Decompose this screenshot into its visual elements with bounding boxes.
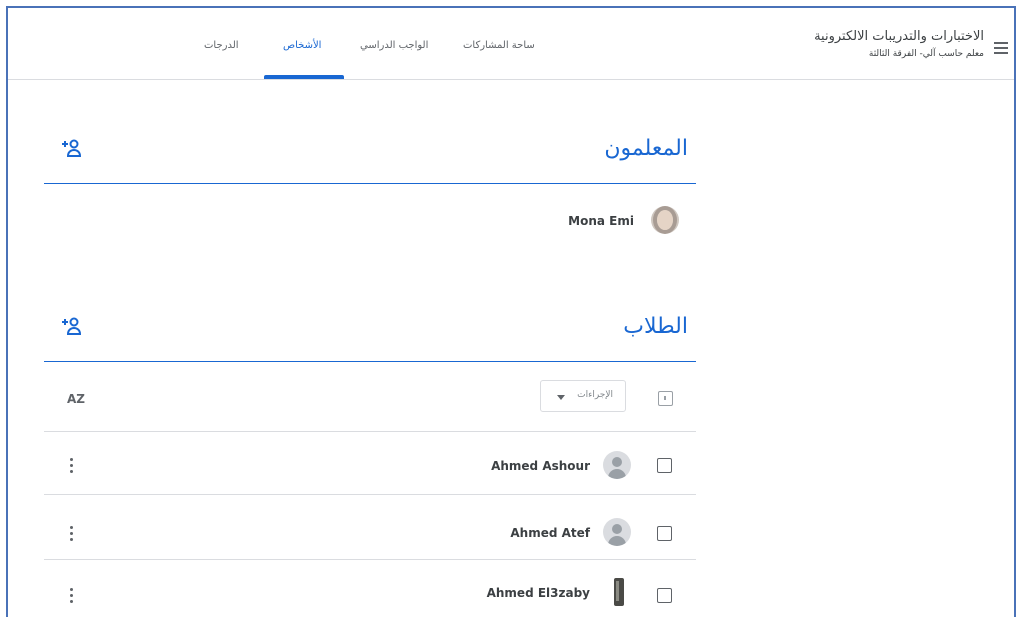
more-options-icon[interactable] (70, 526, 74, 542)
class-subtitle: معلم حاسب آلي- الفرقة الثالثة (868, 49, 984, 59)
dropdown-arrow-icon (557, 395, 565, 400)
student-avatar (603, 451, 631, 479)
more-options-icon[interactable] (70, 458, 74, 474)
tab-classwork[interactable]: الواجب الدراسي (360, 40, 428, 51)
teacher-avatar (651, 206, 679, 234)
sort-az-icon[interactable]: AZ (67, 392, 85, 406)
tab-people[interactable]: الأشخاص (283, 40, 321, 51)
top-bar: الاختبارات والتدريبات الالكترونية معلم ح… (8, 8, 1014, 80)
student-avatar (605, 578, 633, 606)
actions-label: الإجراءات (577, 390, 613, 400)
add-student-icon[interactable] (60, 316, 82, 336)
hamburger-menu-icon[interactable] (994, 42, 1008, 54)
class-title[interactable]: الاختبارات والتدريبات الالكترونية (814, 29, 984, 44)
actions-dropdown[interactable]: الإجراءات (540, 380, 626, 412)
more-options-icon[interactable] (70, 588, 74, 604)
tab-grades[interactable]: الدرجات (204, 40, 239, 51)
tab-stream[interactable]: ساحة المشاركات (463, 40, 535, 51)
teachers-heading: المعلمون (604, 136, 688, 161)
teachers-divider (44, 183, 696, 184)
students-heading: الطلاب (623, 314, 688, 339)
row-divider (44, 431, 696, 432)
student-checkbox[interactable] (657, 458, 672, 473)
active-tab-indicator (264, 75, 344, 79)
students-divider (44, 361, 696, 362)
student-name[interactable]: Ahmed El3zaby (487, 586, 590, 600)
student-name[interactable]: Ahmed Atef (510, 526, 590, 540)
student-name[interactable]: Ahmed Ashour (491, 459, 590, 473)
teacher-name[interactable]: Mona Emi (568, 214, 634, 228)
student-checkbox[interactable] (657, 588, 672, 603)
row-divider (44, 494, 696, 495)
add-teacher-icon[interactable] (60, 138, 82, 158)
student-checkbox[interactable] (657, 526, 672, 541)
student-avatar (603, 518, 631, 546)
select-all-checkbox[interactable] (658, 391, 673, 406)
row-divider (44, 559, 696, 560)
app-window: الاختبارات والتدريبات الالكترونية معلم ح… (6, 6, 1016, 617)
